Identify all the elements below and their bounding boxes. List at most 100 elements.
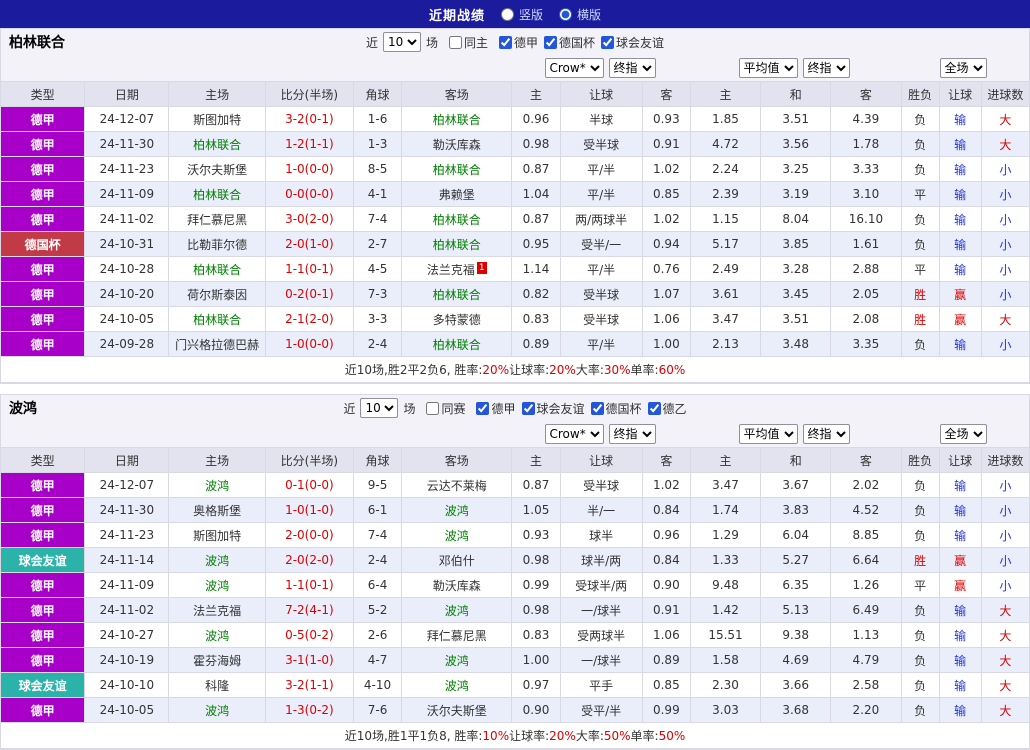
- layout-horizontal-option[interactable]: 横版: [559, 6, 601, 23]
- average-select[interactable]: 平均值: [738, 58, 798, 78]
- layout-vertical-option[interactable]: 竖版: [500, 6, 543, 23]
- home-team-link[interactable]: 波鸿: [205, 579, 229, 593]
- avg-draw-cell: 3.19: [760, 181, 832, 207]
- home-team-link[interactable]: 波鸿: [205, 704, 229, 718]
- league-filter-checkbox[interactable]: [590, 401, 604, 415]
- away-team-link[interactable]: 勒沃库森: [433, 138, 481, 152]
- league-filter-checkbox[interactable]: [476, 401, 490, 415]
- avg-draw-cell: 6.35: [760, 572, 832, 598]
- league-filter-checkbox[interactable]: [499, 35, 512, 49]
- league-filter[interactable]: 德乙: [647, 400, 687, 417]
- home-team-link[interactable]: 霍芬海姆: [193, 654, 241, 668]
- away-team-link[interactable]: 云达不莱梅: [427, 479, 487, 493]
- league-filter-checkbox[interactable]: [647, 401, 661, 415]
- home-odds-cell: 0.97: [511, 672, 561, 698]
- home-team-link[interactable]: 波鸿: [205, 479, 229, 493]
- home-team-link[interactable]: 拜仁慕尼黑: [187, 213, 247, 227]
- away-team-link[interactable]: 波鸿: [445, 679, 469, 693]
- league-filter-checkbox[interactable]: [544, 35, 558, 49]
- league-filter[interactable]: 德国杯: [544, 34, 595, 51]
- away-team-link[interactable]: 多特蒙德: [433, 313, 481, 327]
- corners-cell: 2-7: [352, 231, 403, 257]
- bookmaker-select[interactable]: Crow*: [544, 424, 604, 444]
- home-team-link[interactable]: 柏林联合: [193, 263, 241, 277]
- away-team-link[interactable]: 波鸿: [445, 529, 469, 543]
- same-competition-filter[interactable]: 同赛: [426, 400, 465, 417]
- league-filter-checkbox[interactable]: [521, 401, 535, 415]
- odds-stage-select[interactable]: 终指: [608, 58, 656, 78]
- bookmaker-select[interactable]: Crow*: [544, 58, 604, 78]
- match-count-select[interactable]: 10: [382, 32, 421, 52]
- avg-away-cell: 2.05: [830, 281, 902, 307]
- home-team-link[interactable]: 奥格斯堡: [193, 504, 241, 518]
- average-stage-select[interactable]: 终指: [802, 424, 850, 444]
- layout-horizontal-radio[interactable]: [559, 7, 572, 21]
- league-filter[interactable]: 德甲: [499, 34, 538, 51]
- home-team-link[interactable]: 波鸿: [205, 629, 229, 643]
- league-filter-checkbox[interactable]: [601, 35, 615, 49]
- away-team-link[interactable]: 沃尔夫斯堡: [427, 704, 487, 718]
- home-team-link[interactable]: 斯图加特: [193, 529, 241, 543]
- away-team-link[interactable]: 波鸿: [445, 504, 469, 518]
- league-filter[interactable]: 球会友谊: [521, 400, 585, 417]
- away-team-link[interactable]: 柏林联合: [433, 163, 481, 177]
- scope-select[interactable]: 全场: [939, 58, 987, 78]
- league-filter[interactable]: 球会友谊: [601, 34, 664, 51]
- away-team-link[interactable]: 柏林联合: [433, 288, 481, 302]
- avg-draw-cell: 3.67: [760, 472, 832, 498]
- home-team-link[interactable]: 斯图加特: [193, 113, 241, 127]
- home-odds-cell: 0.99: [511, 572, 561, 598]
- handicap-cell: 平/半: [559, 156, 643, 182]
- away-team-link[interactable]: 勒沃库森: [433, 579, 481, 593]
- home-team-link[interactable]: 柏林联合: [193, 313, 241, 327]
- home-cell: 奥格斯堡: [168, 497, 266, 523]
- home-team-link[interactable]: 比勒菲尔德: [187, 238, 247, 252]
- goals-result-cell: 小: [980, 572, 1030, 598]
- away-odds-cell: 0.84: [641, 547, 691, 573]
- avg-away-cell: 4.52: [830, 497, 902, 523]
- away-cell: 波鸿: [401, 522, 513, 548]
- date-cell: 24-11-02: [84, 206, 170, 232]
- goals-result-cell: 小: [980, 206, 1030, 232]
- home-team-link[interactable]: 柏林联合: [193, 138, 241, 152]
- away-team-link[interactable]: 柏林联合: [433, 213, 481, 227]
- league-filter[interactable]: 德国杯: [590, 400, 642, 417]
- same-competition-checkbox[interactable]: [426, 401, 440, 415]
- home-odds-cell: 0.98: [511, 131, 561, 157]
- average-select[interactable]: 平均值: [738, 424, 798, 444]
- away-team-link[interactable]: 柏林联合: [433, 238, 481, 252]
- home-team-link[interactable]: 门兴格拉德巴赫: [175, 338, 259, 352]
- match-count-select[interactable]: 10: [360, 398, 399, 418]
- match-row: 德甲 24-11-09 波鸿 1-1(0-1) 6-4 勒沃库森 0.99 受球半/两 0.90…: [0, 572, 1030, 598]
- same-competition-label: 同赛: [441, 401, 466, 416]
- layout-vertical-radio[interactable]: [500, 7, 514, 21]
- away-team-link[interactable]: 法兰克福: [427, 263, 475, 277]
- result-cell: 负: [900, 156, 940, 182]
- same-venue-filter[interactable]: 同主: [448, 34, 488, 51]
- away-cell: 勒沃库森: [401, 572, 513, 598]
- league-filter[interactable]: 德甲: [476, 400, 516, 417]
- away-team-link[interactable]: 波鸿: [445, 604, 469, 618]
- home-team-link[interactable]: 荷尔斯泰因: [187, 288, 247, 302]
- away-team-link[interactable]: 柏林联合: [433, 113, 481, 127]
- away-team-link[interactable]: 波鸿: [445, 654, 469, 668]
- home-team-link[interactable]: 波鸿: [205, 554, 229, 568]
- home-team-link[interactable]: 法兰克福: [193, 604, 241, 618]
- away-team-link[interactable]: 拜仁慕尼黑: [427, 629, 487, 643]
- handicap-result-cell: 输: [938, 597, 982, 623]
- home-team-link[interactable]: 沃尔夫斯堡: [187, 163, 247, 177]
- handicap-result-cell: 输: [938, 181, 982, 207]
- home-odds-cell: 0.83: [511, 306, 561, 332]
- away-team-link[interactable]: 柏林联合: [433, 338, 481, 352]
- team-section: 柏林联合 近 10 场 同主 德甲 德国杯 球会友谊 Crow* 终指 平均值 终指…: [0, 28, 1030, 384]
- odds-stage-select[interactable]: 终指: [608, 424, 656, 444]
- home-team-link[interactable]: 柏林联合: [193, 188, 241, 202]
- average-stage-select[interactable]: 终指: [802, 58, 850, 78]
- away-team-link[interactable]: 邓伯什: [439, 554, 475, 568]
- scope-select[interactable]: 全场: [939, 424, 987, 444]
- score-cell: 2-1(2-0): [264, 306, 354, 332]
- corners-cell: 4-5: [352, 256, 403, 282]
- home-team-link[interactable]: 科隆: [205, 679, 229, 693]
- away-team-link[interactable]: 弗赖堡: [439, 188, 475, 202]
- same-venue-checkbox[interactable]: [448, 35, 462, 49]
